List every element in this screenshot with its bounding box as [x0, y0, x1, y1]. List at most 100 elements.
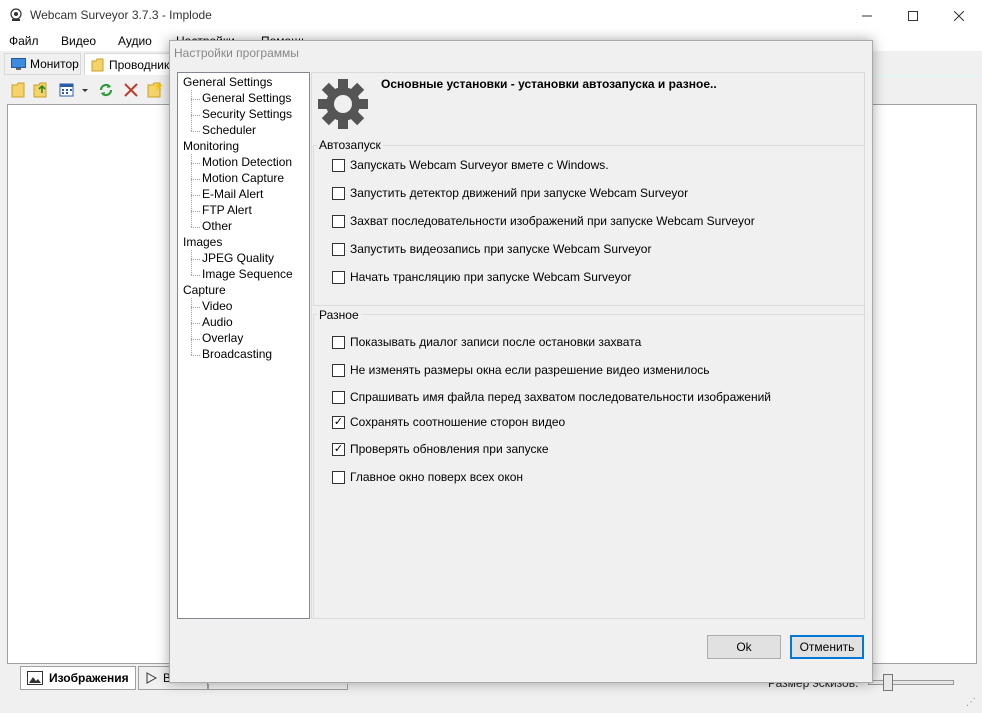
- checkbox-option[interactable]: Начать трансляцию при запуске Webcam Sur…: [332, 270, 631, 284]
- tree-item[interactable]: Video: [202, 299, 232, 313]
- refresh-icon[interactable]: [97, 81, 115, 99]
- panel-heading: Основные установки - установки автозапус…: [381, 77, 717, 91]
- group-autostart-label: Автозапуск: [317, 138, 383, 152]
- maximize-button[interactable]: [890, 0, 936, 31]
- dialog-title-bar: Настройки программы: [170, 41, 872, 65]
- checkbox-option[interactable]: Главное окно поверх всех окон: [332, 470, 523, 484]
- minimize-button[interactable]: [844, 0, 890, 31]
- tree-category[interactable]: Images: [183, 235, 222, 249]
- checkbox-unchecked[interactable]: [332, 186, 345, 200]
- title-bar: Webcam Surveyor 3.7.3 - Implode: [0, 0, 982, 31]
- tree-connector: [191, 307, 200, 308]
- checkbox-option[interactable]: Запустить видеозапись при запуске Webcam…: [332, 242, 651, 256]
- tree-item[interactable]: JPEG Quality: [202, 251, 274, 265]
- checkbox-unchecked[interactable]: [332, 390, 345, 404]
- folder-up-icon[interactable]: [32, 81, 50, 99]
- maximize-icon: [908, 10, 918, 21]
- thumbnail-size-slider[interactable]: [868, 680, 954, 685]
- tree-connector: [191, 259, 200, 260]
- menu-video[interactable]: Видео: [61, 34, 96, 48]
- tree-connector: [191, 355, 200, 356]
- tree-item[interactable]: General Settings: [202, 91, 291, 105]
- checkbox-option[interactable]: Запускать Webcam Surveyor вмете с Window…: [332, 158, 609, 172]
- checkbox-label: Сохранять соотношение сторон видео: [350, 415, 566, 429]
- view-mode-icon[interactable]: [58, 81, 76, 99]
- tree-item[interactable]: Audio: [202, 315, 233, 329]
- tree-connector: [191, 298, 192, 355]
- tree-connector: [191, 163, 200, 164]
- resize-grip-icon[interactable]: ⋰: [966, 697, 980, 711]
- checkbox-unchecked[interactable]: [332, 158, 345, 172]
- tab-third-partial[interactable]: [208, 684, 348, 690]
- group-misc: [313, 314, 865, 619]
- tree-item[interactable]: Overlay: [202, 331, 243, 345]
- tree-category[interactable]: Capture: [183, 283, 226, 297]
- new-folder-icon[interactable]: [146, 81, 164, 99]
- checkbox-option[interactable]: Запустить детектор движений при запуске …: [332, 186, 688, 200]
- tab-monitor[interactable]: Монитор: [4, 53, 81, 75]
- tree-item[interactable]: Motion Detection: [202, 155, 292, 169]
- tree-connector: [191, 323, 200, 324]
- checkbox-label: Главное окно поверх всех окон: [350, 470, 524, 484]
- close-button[interactable]: [936, 0, 982, 31]
- tab-explorer-label: Проводник: [109, 57, 170, 72]
- folder-icon: [91, 58, 104, 71]
- tree-connector: [191, 195, 200, 196]
- checkbox-option[interactable]: ✓ Проверять обновления при запуске: [332, 442, 549, 456]
- tree-connector: [191, 250, 192, 275]
- tree-item[interactable]: Scheduler: [202, 123, 256, 137]
- tree-item[interactable]: Other: [202, 219, 232, 233]
- tree-connector: [191, 179, 200, 180]
- cancel-button[interactable]: Отменить: [790, 635, 864, 659]
- checkbox-unchecked[interactable]: [332, 214, 345, 228]
- tab-monitor-label: Монитор: [30, 57, 79, 71]
- tree-item[interactable]: Security Settings: [202, 107, 292, 121]
- tree-item[interactable]: Motion Capture: [202, 171, 284, 185]
- window-title: Webcam Surveyor 3.7.3 - Implode: [30, 8, 212, 22]
- checkbox-option[interactable]: Захват последовательности изображений пр…: [332, 214, 755, 228]
- tree-item[interactable]: FTP Alert: [202, 203, 252, 217]
- monitor-icon: [11, 57, 26, 70]
- checkbox-option[interactable]: ✓ Сохранять соотношение сторон видео: [332, 415, 565, 429]
- checkbox-unchecked[interactable]: [332, 335, 345, 349]
- tab-images[interactable]: Изображения: [20, 666, 136, 690]
- checkbox-label: Показывать диалог записи после остановки…: [350, 335, 642, 349]
- checkbox-unchecked[interactable]: [332, 363, 345, 377]
- checkbox-label: Захват последовательности изображений пр…: [350, 214, 755, 228]
- settings-panel: Основные установки - установки автозапус…: [311, 72, 865, 619]
- checkbox-unchecked[interactable]: [332, 470, 345, 484]
- tree-connector: [191, 99, 200, 100]
- tree-category[interactable]: General Settings: [183, 75, 272, 89]
- tree-item[interactable]: E-Mail Alert: [202, 187, 263, 201]
- checkbox-unchecked[interactable]: [332, 270, 345, 284]
- checkbox-checked[interactable]: ✓: [332, 415, 345, 429]
- group-misc-label: Разное: [317, 308, 361, 322]
- settings-dialog: Настройки программы General Settings Gene…: [169, 40, 873, 683]
- tree-connector: [191, 227, 200, 228]
- tree-connector: [191, 275, 200, 276]
- dialog-title: Настройки программы: [174, 46, 299, 60]
- ok-button[interactable]: Ok: [707, 635, 781, 659]
- tree-connector: [191, 131, 200, 132]
- tree-item[interactable]: Image Sequence: [202, 267, 293, 281]
- folder-open-icon[interactable]: [10, 81, 28, 99]
- menu-audio[interactable]: Аудио: [118, 34, 152, 48]
- checkbox-label: Проверять обновления при запуске: [350, 442, 549, 456]
- checkbox-option[interactable]: Спрашивать имя файла перед захватом посл…: [332, 390, 771, 404]
- webcam-app-icon: [10, 8, 22, 21]
- delete-icon[interactable]: [122, 81, 140, 99]
- tree-connector: [191, 339, 200, 340]
- tree-connector: [191, 154, 192, 227]
- checkbox-option[interactable]: Не изменять размеры окна если разрешение…: [332, 363, 710, 377]
- checkbox-checked[interactable]: ✓: [332, 442, 345, 456]
- dropdown-arrow-icon[interactable]: [80, 81, 90, 99]
- settings-tree[interactable]: General Settings General Settings Security…: [177, 72, 310, 619]
- menu-file[interactable]: Файл: [9, 34, 39, 48]
- checkbox-unchecked[interactable]: [332, 242, 345, 256]
- checkbox-option[interactable]: Показывать диалог записи после остановки…: [332, 335, 641, 349]
- tab-explorer[interactable]: Проводник: [84, 53, 172, 75]
- tab-images-label: Изображения: [49, 671, 129, 685]
- tree-category[interactable]: Monitoring: [183, 139, 239, 153]
- slider-thumb[interactable]: [883, 674, 893, 691]
- tree-item[interactable]: Broadcasting: [202, 347, 272, 361]
